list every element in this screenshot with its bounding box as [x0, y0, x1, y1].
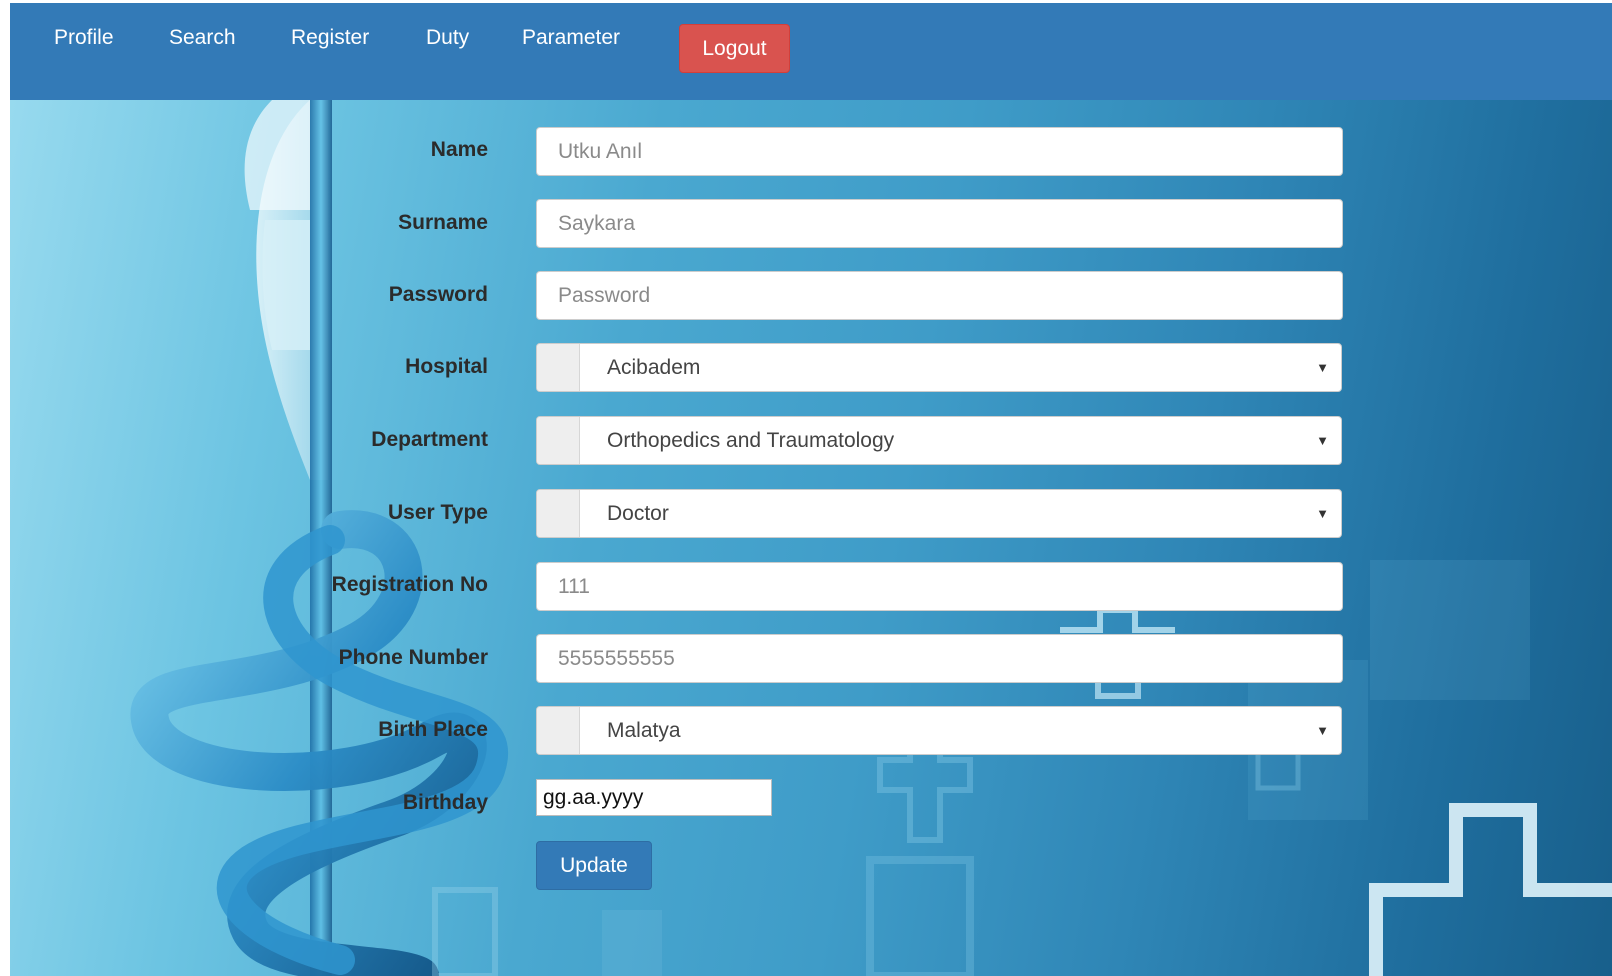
- user-type-label: User Type: [388, 501, 488, 524]
- password-input[interactable]: [536, 271, 1343, 320]
- nav-duty[interactable]: Duty: [426, 25, 469, 51]
- user-type-select[interactable]: Doctor ▼: [536, 489, 1342, 538]
- phone-number-input[interactable]: [536, 634, 1343, 683]
- password-label: Password: [388, 283, 488, 306]
- chevron-down-icon: ▼: [1316, 723, 1329, 738]
- user-type-selected-value: Doctor: [607, 502, 669, 525]
- department-label: Department: [371, 428, 488, 451]
- name-label: Name: [430, 138, 488, 161]
- birth-place-selected-value: Malatya: [607, 719, 681, 742]
- registration-no-input[interactable]: [536, 562, 1343, 611]
- chevron-down-icon: ▼: [1316, 506, 1329, 521]
- update-button[interactable]: Update: [536, 841, 652, 890]
- name-input[interactable]: [536, 127, 1343, 176]
- chevron-down-icon: ▼: [1316, 433, 1329, 448]
- birthday-date-input[interactable]: [536, 779, 772, 816]
- birth-place-select[interactable]: Malatya ▼: [536, 706, 1342, 755]
- nav-register[interactable]: Register: [291, 25, 369, 51]
- hospital-selected-value: Acibadem: [607, 356, 701, 379]
- department-select[interactable]: Orthopedics and Traumatology ▼: [536, 416, 1342, 465]
- registration-no-label: Registration No: [331, 573, 488, 596]
- surname-label: Surname: [398, 211, 488, 234]
- select-addon: [537, 490, 580, 537]
- app-window: Profile Search Register Duty Parameter L…: [10, 3, 1612, 976]
- chevron-down-icon: ▼: [1316, 360, 1329, 375]
- select-addon: [537, 707, 580, 754]
- phone-number-label: Phone Number: [338, 646, 488, 669]
- nav-profile[interactable]: Profile: [54, 25, 114, 51]
- top-navbar: Profile Search Register Duty Parameter L…: [10, 3, 1612, 100]
- surname-input[interactable]: [536, 199, 1343, 248]
- select-addon: [537, 417, 580, 464]
- nav-search[interactable]: Search: [169, 25, 236, 51]
- logout-button[interactable]: Logout: [679, 24, 790, 73]
- birthday-label: Birthday: [402, 791, 488, 814]
- hospital-select[interactable]: Acibadem ▼: [536, 343, 1342, 392]
- select-addon: [537, 344, 580, 391]
- hospital-label: Hospital: [405, 355, 488, 378]
- profile-update-form: Name Surname Password Hospital Acibadem …: [10, 3, 1612, 976]
- nav-parameter[interactable]: Parameter: [522, 25, 620, 51]
- department-selected-value: Orthopedics and Traumatology: [607, 429, 895, 452]
- birth-place-label: Birth Place: [378, 718, 488, 741]
